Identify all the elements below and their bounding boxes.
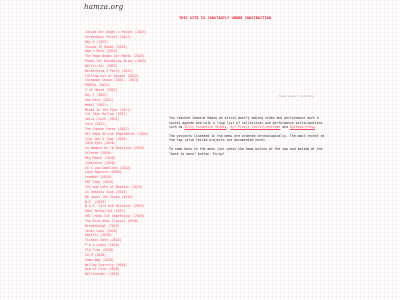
menu-item-link[interactable]: Your Day & Time (2020) xyxy=(85,137,127,141)
menu-item-link[interactable]: In Vakidis Sink (2019) xyxy=(85,190,127,194)
menu-item-link[interactable]: B.A.S. Kyle and Hibiscus (2019) xyxy=(85,204,145,208)
profile-image-caption: Kamerakunst Aldeburg xyxy=(279,94,314,98)
menu-item-link[interactable]: Screenshot Piece? (2022) xyxy=(85,35,131,39)
menu-item-link[interactable]: Wolfin Air (2023) xyxy=(85,64,118,68)
menu-item-link[interactable]: Soma Bag (2018) xyxy=(85,258,114,262)
menu-item-link[interactable]: Aim of Fire (2018) xyxy=(85,267,120,271)
collective-link-art-practi[interactable]: Art Practi Castilliantrash xyxy=(230,125,280,129)
menu-item-link[interactable]: Cut Skin Hollow (2021) xyxy=(85,112,127,116)
menu-item-link[interactable]: Silence (2020) xyxy=(85,151,112,155)
menu-item-link[interactable]: I'm a Lenny (2018) xyxy=(85,243,120,247)
menu-item-link[interactable]: Calabash Chase (2021 - 2023) xyxy=(85,78,139,82)
menu-item-link[interactable]: Wishenform 3 Party (2022) xyxy=(85,69,133,73)
menu-item-link[interactable]: RAT Soup (2020) xyxy=(85,180,114,184)
menu-item-link[interactable]: Dellarender (2018) xyxy=(85,272,120,276)
menu-item-link[interactable]: Hey 4 (2023) xyxy=(85,40,108,44)
menu-item-link[interactable]: N.E. (2019) xyxy=(85,200,106,204)
menu-item-link[interactable]: The Chosen Faces (2021) xyxy=(85,127,129,131)
menu-item-link[interactable]: CAIN Eyes (2020) xyxy=(85,141,116,145)
menu-item-link[interactable]: How's Rock (2024) xyxy=(85,49,118,53)
construction-banner: THIS SITE IS CONSTANTLY UNDER CONSTRUCTI… xyxy=(179,16,272,20)
menu-item-link[interactable]: Mimas in the Eyes (2021) xyxy=(85,108,131,112)
menu-item-link[interactable]: Hit Band Online Vegetables (2020) xyxy=(85,132,148,136)
menu-item-link[interactable]: Poems for Gaspacing Onion (2023) xyxy=(85,59,146,63)
menu-item-link[interactable]: Fig Tree (2018) xyxy=(85,248,114,252)
menu-item-link[interactable]: Emptily (2018) xyxy=(85,233,112,237)
menu-item-link[interactable]: Lepe Rapture (2020) xyxy=(85,170,121,174)
menu-item-link[interactable]: Breakthough (2018) xyxy=(85,224,120,228)
menu-item-link[interactable]: Jenin Laos (2018) xyxy=(85,229,118,233)
menu-item-link[interactable]: La Hambre en la Rosalind (2020) xyxy=(85,146,145,150)
menu-item-link[interactable]: Inside Our Angel's Pocket (2025) xyxy=(85,30,146,34)
order-paragraph: The projects lineated in the menu are or… xyxy=(169,133,325,143)
menu-item-link[interactable]: De Jacat Jet Storm (2019) xyxy=(85,195,133,199)
menu-item-link[interactable]: I've Heard (2022) xyxy=(85,88,118,92)
menu-item-link[interactable]: Mobil (2021) xyxy=(85,103,108,107)
navigation-paragraph: To come back to the menu just press the … xyxy=(169,146,323,156)
menu-item-link[interactable]: Hey 1 (2022) xyxy=(85,93,108,97)
site-logo[interactable]: hamza.org xyxy=(84,3,123,11)
menu-item-link[interactable]: Chin (2021) xyxy=(85,122,106,126)
menu-item-link[interactable]: The Blue Ones Classic (2018) xyxy=(85,219,139,223)
collective-link-velty[interactable]: Velty Formative Studio xyxy=(184,125,226,129)
menu-item-link[interactable]: See Here (2021) xyxy=(85,98,114,102)
menu-item-link[interactable]: Inside 15 Rooms (2024) xyxy=(85,45,127,49)
menu-item-link[interactable]: Wig Moves (2020) xyxy=(85,156,116,160)
menu-item[interactable]: Dellarender (2018) xyxy=(85,272,161,277)
menu-item-link[interactable]: PORTAL (2022) xyxy=(85,83,110,87)
intro-paragraph: You reached Jasmine Hamza an artist most… xyxy=(169,116,323,130)
menu-item-link[interactable]: Ten and Lake of Moskvin (2019) xyxy=(85,185,143,189)
menu-item-link[interactable]: IO-M (2018) xyxy=(85,253,106,257)
projects-menu: Inside Our Angel's Pocket (2025) Screensh… xyxy=(85,30,161,277)
menu-item-link[interactable]: Falling out of Onions (2022) xyxy=(85,74,139,78)
menu-item-link[interactable]: It's Low Emotions (2020) xyxy=(85,166,131,170)
menu-item-link[interactable]: Smile Cloth (2021) xyxy=(85,117,120,121)
menu-item-link[interactable]: Willow Scarcity (2018) xyxy=(85,263,127,267)
menu-item-link[interactable]: Inherence (2020) xyxy=(85,161,116,165)
intro-text: You reached Jasmine Hamza an artist most… xyxy=(169,116,325,160)
menu-item-link[interactable]: Tickets Gate (2018) xyxy=(85,238,121,242)
menu-item-link[interactable]: VHC (Seep Cut Something) (2019) xyxy=(85,214,145,218)
menu-item-link[interactable]: Real Refuelled (2019) xyxy=(85,209,125,213)
collective-link-antenna-press[interactable]: Antenna Press xyxy=(290,125,315,129)
menu-item-link[interactable]: The Rope Bumps Our Hands (2023) xyxy=(85,54,145,58)
menu-item-link[interactable]: Leadbit (2020) xyxy=(85,175,112,179)
